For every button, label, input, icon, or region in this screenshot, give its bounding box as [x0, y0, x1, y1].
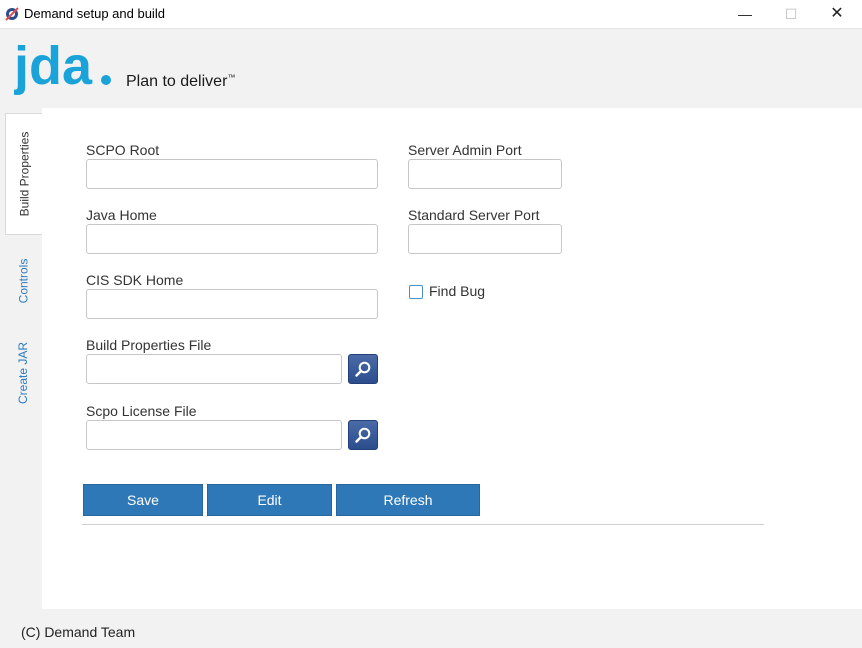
scpo-license-file-label: Scpo License File	[86, 403, 197, 419]
trademark-mark: ™	[227, 73, 236, 82]
java-home-input[interactable]	[86, 224, 378, 254]
standard-server-port-label: Standard Server Port	[408, 207, 540, 223]
window-title: Demand setup and build	[24, 6, 165, 21]
server-admin-port-input[interactable]	[408, 159, 562, 189]
tab-build-properties[interactable]: Build Properties	[5, 113, 43, 235]
maximize-button[interactable]: ☐	[768, 0, 814, 28]
scpo-root-input[interactable]	[86, 159, 378, 189]
search-icon	[355, 427, 371, 443]
build-properties-panel: SCPO Root Java Home CIS SDK Home Build P…	[42, 108, 862, 609]
gear-app-icon	[5, 7, 19, 21]
build-properties-file-input[interactable]	[86, 354, 342, 384]
tab-label: Controls	[16, 258, 31, 304]
svg-text:jda: jda	[14, 39, 93, 96]
java-home-label: Java Home	[86, 207, 157, 223]
find-bug-checkbox[interactable]	[409, 285, 423, 299]
tab-create-jar[interactable]: Create JAR	[5, 331, 42, 415]
cis-sdk-home-label: CIS SDK Home	[86, 272, 184, 288]
tab-label: Build Properties	[17, 131, 32, 217]
jda-logo-mark: jda	[13, 36, 111, 96]
tab-controls[interactable]: Controls	[5, 241, 42, 321]
separator-line	[82, 524, 764, 525]
browse-scpo-license-button[interactable]	[348, 420, 378, 450]
browse-build-properties-button[interactable]	[348, 354, 378, 384]
tagline: Plan to deliver™	[126, 73, 235, 91]
edit-button[interactable]: Edit	[207, 484, 332, 516]
scpo-license-file-input[interactable]	[86, 420, 342, 450]
tagline-text: Plan to deliver	[126, 73, 228, 90]
cis-sdk-home-input[interactable]	[86, 289, 378, 319]
server-admin-port-label: Server Admin Port	[408, 142, 522, 158]
save-button[interactable]: Save	[83, 484, 203, 516]
search-icon	[355, 361, 371, 377]
jda-logo: jda	[13, 36, 114, 109]
refresh-button[interactable]: Refresh	[336, 484, 480, 516]
scpo-root-label: SCPO Root	[86, 142, 160, 158]
header: jda Plan to deliver™	[0, 29, 862, 108]
find-bug-label: Find Bug	[429, 283, 486, 299]
build-properties-file-label: Build Properties File	[86, 337, 212, 353]
standard-server-port-input[interactable]	[408, 224, 562, 254]
footer-copyright: (C) Demand Team	[21, 624, 136, 640]
title-bar: Demand setup and build — ☐ ✕	[0, 0, 862, 29]
tab-label: Create JAR	[16, 341, 31, 405]
close-button[interactable]: ✕	[814, 0, 860, 28]
minimize-button[interactable]: —	[722, 0, 768, 28]
